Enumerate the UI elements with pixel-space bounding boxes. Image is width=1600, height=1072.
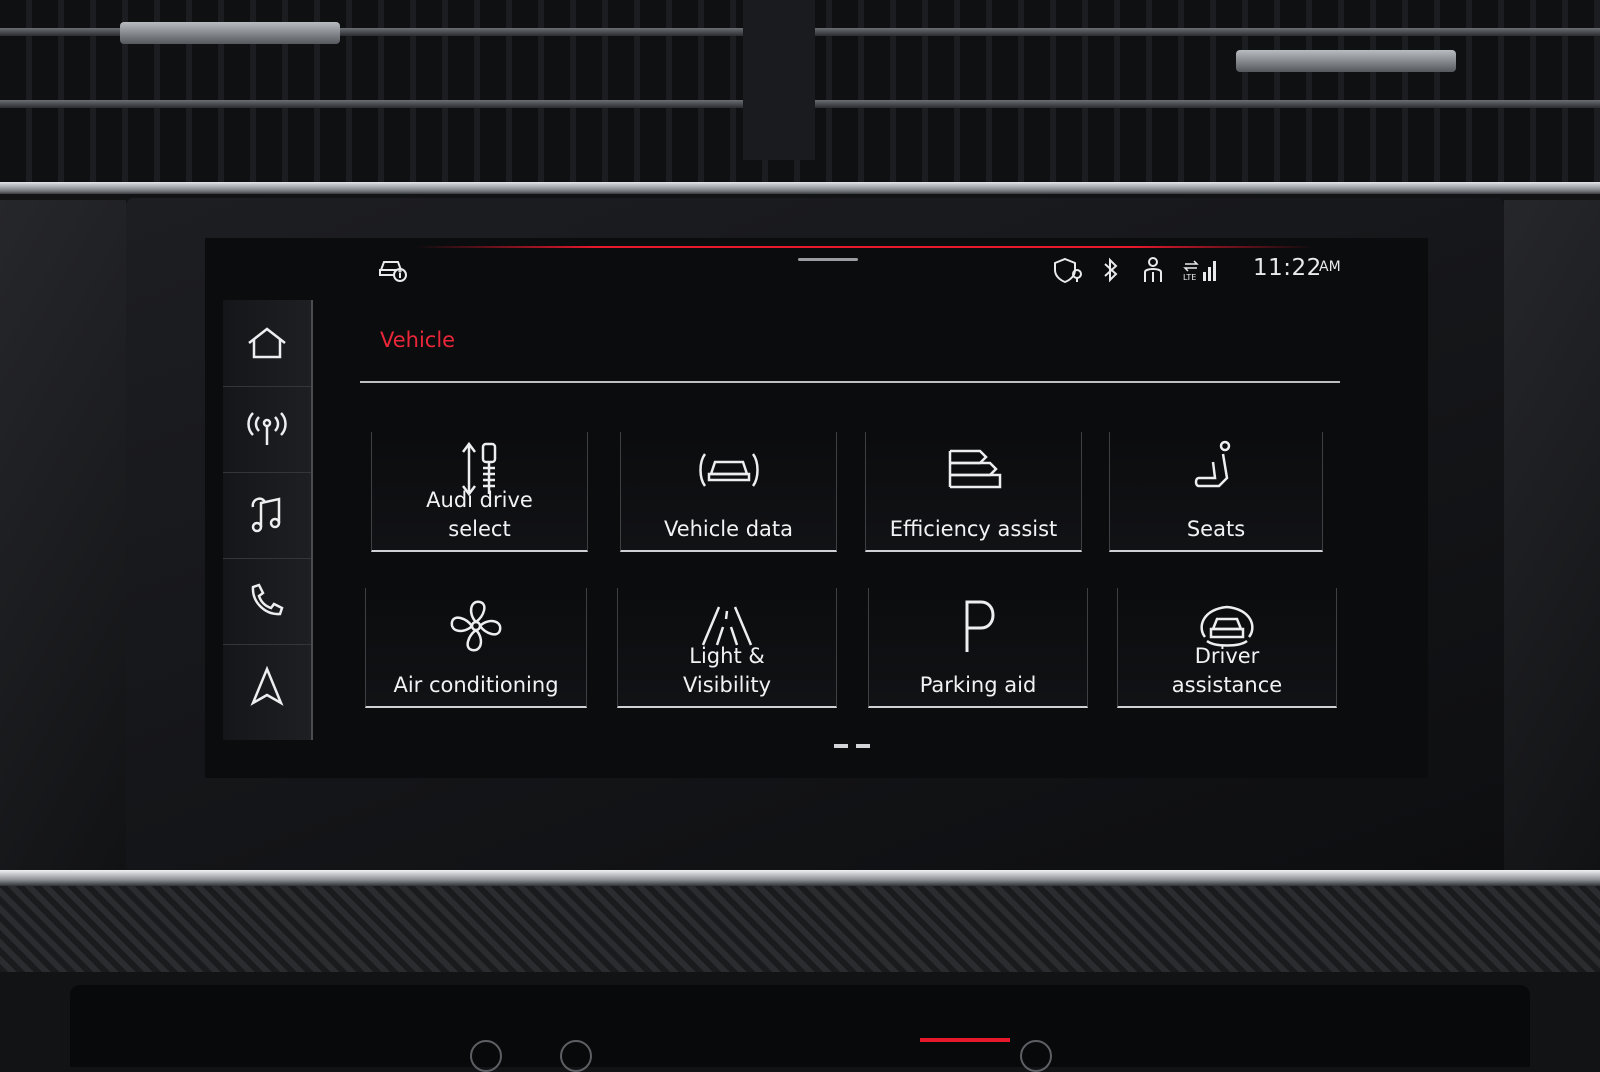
location-shield-icon bbox=[1053, 256, 1087, 284]
title-divider bbox=[360, 381, 1340, 383]
dash-panel-left bbox=[0, 200, 126, 880]
parking-icon bbox=[869, 596, 1087, 656]
tile-air-conditioning[interactable]: Air conditioning bbox=[365, 588, 587, 708]
tile-label: Parking aid bbox=[919, 673, 1037, 697]
chrome-trim-top bbox=[0, 182, 1600, 194]
chrome-trim-bottom bbox=[0, 870, 1600, 886]
sidebar-item-phone[interactable] bbox=[223, 558, 311, 645]
sidebar-item-media[interactable] bbox=[223, 472, 311, 559]
music-note-icon bbox=[245, 495, 289, 535]
fan-icon bbox=[366, 596, 586, 656]
efficiency-icon bbox=[866, 440, 1081, 500]
carbon-fiber-trim bbox=[0, 886, 1600, 972]
pull-down-handle[interactable] bbox=[798, 258, 858, 261]
vent-blade-left bbox=[120, 22, 340, 44]
lte-signal-icon: LTE bbox=[1183, 256, 1217, 284]
status-accent-line bbox=[415, 246, 1315, 248]
tile-label: Vehicle data bbox=[663, 517, 794, 541]
clock-ampm: AM bbox=[1319, 259, 1341, 275]
dash-panel-right bbox=[1504, 200, 1600, 880]
sidebar-item-radio[interactable] bbox=[223, 386, 311, 473]
status-bar: LTE 11:22 AM bbox=[205, 238, 1428, 290]
vent-divider bbox=[743, 0, 815, 160]
page-title: Vehicle bbox=[380, 328, 456, 352]
clock-time: 11:22 bbox=[1253, 255, 1322, 281]
tile-light-visibility[interactable]: Light & Visibility bbox=[617, 588, 837, 708]
seat-icon bbox=[1110, 440, 1322, 500]
tile-label: Audi drive select bbox=[426, 488, 533, 541]
tile-label: Air conditioning bbox=[393, 673, 559, 697]
climate-dial-icon bbox=[470, 1040, 502, 1072]
driver-profile-icon bbox=[1141, 256, 1169, 284]
tile-label: Seats bbox=[1186, 517, 1246, 541]
tile-label: Light & Visibility bbox=[682, 644, 771, 697]
tile-driver-assistance[interactable]: Driver assistance bbox=[1117, 588, 1337, 708]
vehicle-data-icon bbox=[621, 440, 836, 500]
tile-vehicle-data[interactable]: Vehicle data bbox=[620, 432, 837, 552]
car-info-icon[interactable] bbox=[378, 256, 412, 284]
radio-antenna-icon bbox=[245, 409, 289, 449]
climate-dial-icon bbox=[1020, 1040, 1052, 1072]
main-menu-sidebar bbox=[223, 300, 313, 740]
tile-label: Driver assistance bbox=[1171, 644, 1283, 697]
vent-blade-right bbox=[1236, 50, 1456, 72]
sidebar-item-home[interactable] bbox=[223, 300, 311, 387]
navigation-arrow-icon bbox=[245, 665, 289, 709]
phone-icon bbox=[245, 581, 289, 621]
climate-dial-icon bbox=[560, 1040, 592, 1072]
infotainment-screen: LTE 11:22 AM Vehicle Audi drive select V… bbox=[205, 238, 1428, 778]
page-indicator-2[interactable] bbox=[856, 744, 870, 748]
bluetooth-icon bbox=[1101, 256, 1121, 284]
climate-active-indicator bbox=[920, 1038, 1010, 1042]
svg-text:LTE: LTE bbox=[1183, 273, 1196, 282]
tile-label: Efficiency assist bbox=[889, 517, 1058, 541]
tile-seats[interactable]: Seats bbox=[1109, 432, 1323, 552]
sidebar-item-navigation[interactable] bbox=[223, 644, 311, 730]
tile-efficiency-assist[interactable]: Efficiency assist bbox=[865, 432, 1082, 552]
tile-parking-aid[interactable]: Parking aid bbox=[868, 588, 1088, 708]
home-icon bbox=[245, 325, 289, 361]
page-indicator-1[interactable] bbox=[834, 744, 848, 748]
tile-audi-drive-select[interactable]: Audi drive select bbox=[371, 432, 588, 552]
